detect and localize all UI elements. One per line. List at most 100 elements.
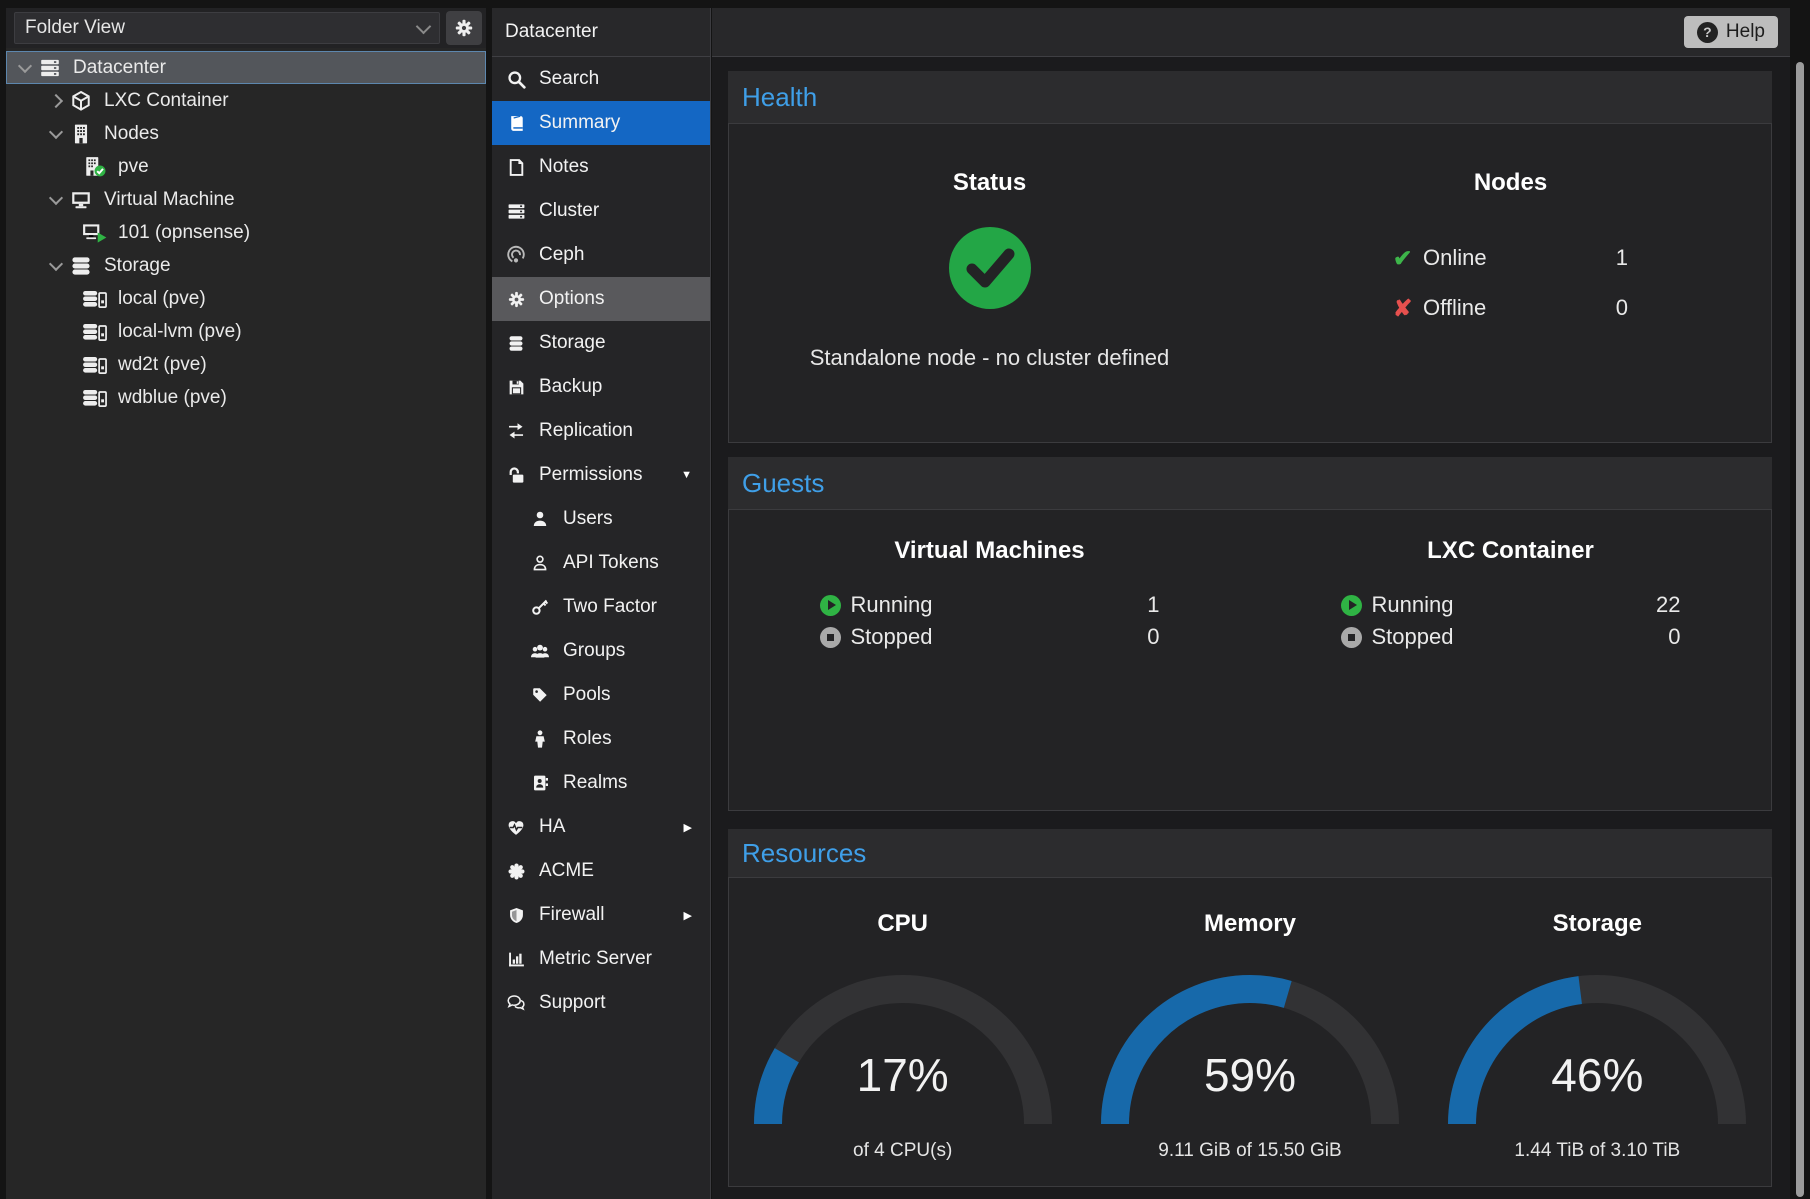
server-stack-icon [37, 57, 63, 79]
menu-item-backup[interactable]: Backup [492, 365, 710, 409]
tree-item-vm-101[interactable]: 101 (opnsense) [6, 216, 486, 249]
nodes-offline-row: ✘ Offline 0 [1393, 283, 1628, 333]
vm-running-icon [82, 222, 108, 244]
building-icon [68, 123, 94, 145]
tree-item-storage-local-lvm[interactable]: local-lvm (pve) [6, 315, 486, 348]
row-value: 0 [1668, 624, 1680, 650]
nodes-heading: Nodes [1250, 169, 1771, 197]
tree-item-storage-wdblue[interactable]: wdblue (pve) [6, 381, 486, 414]
menu-item-support[interactable]: Support [492, 981, 710, 1025]
expander-collapse-icon[interactable] [48, 197, 64, 203]
status-heading: Status [729, 169, 1250, 197]
tree-item-label: wd2t (pve) [118, 354, 207, 376]
menu-item-label: Storage [539, 332, 606, 354]
menu-item-groups[interactable]: Groups [492, 629, 710, 673]
tree-item-datacenter[interactable]: Datacenter [6, 51, 486, 84]
menu-item-ha[interactable]: HA ▶ [492, 805, 710, 849]
stop-circle-icon [820, 627, 841, 648]
note-icon [504, 157, 528, 177]
menu-item-api-tokens[interactable]: API Tokens [492, 541, 710, 585]
key-icon [528, 597, 552, 617]
tree-item-storage[interactable]: Storage [6, 249, 486, 282]
menu-item-permissions[interactable]: Permissions ▼ [492, 453, 710, 497]
menu-item-realms[interactable]: Realms [492, 761, 710, 805]
tree-item-virtual-machine[interactable]: Virtual Machine [6, 183, 486, 216]
menu-item-firewall[interactable]: Firewall ▶ [492, 893, 710, 937]
lxc-heading: LXC Container [1250, 537, 1771, 565]
tree-item-pve[interactable]: pve [6, 150, 486, 183]
menu-item-label: Groups [563, 640, 625, 662]
ceph-rings-icon [504, 245, 528, 265]
users-group-icon [528, 641, 552, 661]
menu-item-label: Cluster [539, 200, 599, 222]
menu-item-label: Users [563, 508, 613, 530]
cpu-gauge-column: CPU 17% of 4 CPU(s) [729, 878, 1076, 1186]
menu-item-summary[interactable]: Summary [492, 101, 710, 145]
menu-item-ceph[interactable]: Ceph [492, 233, 710, 277]
database-icon [504, 333, 528, 353]
menu-item-notes[interactable]: Notes [492, 145, 710, 189]
menu-item-storage[interactable]: Storage [492, 321, 710, 365]
row-value: 22 [1656, 592, 1680, 618]
menu-item-acme[interactable]: ACME [492, 849, 710, 893]
menu-item-search[interactable]: Search [492, 57, 710, 101]
menu-item-roles[interactable]: Roles [492, 717, 710, 761]
node-online-icon [82, 156, 108, 178]
help-button[interactable]: ? Help [1684, 16, 1778, 48]
cpu-percent: 17% [753, 1048, 1053, 1102]
menu-item-two-factor[interactable]: Two Factor [492, 585, 710, 629]
menu-item-cluster[interactable]: Cluster [492, 189, 710, 233]
tree-item-lxc-container[interactable]: LXC Container [6, 84, 486, 117]
panel-title: Health [742, 82, 817, 113]
memory-caption: 9.11 GiB of 15.50 GiB [1076, 1140, 1423, 1162]
tree-item-label: Virtual Machine [104, 189, 235, 211]
menu-item-replication[interactable]: Replication [492, 409, 710, 453]
tree-item-label: local-lvm (pve) [118, 321, 242, 343]
arrow-right-icon: ▶ [684, 909, 692, 922]
help-label: Help [1726, 21, 1765, 43]
storage-caption: 1.44 TiB of 3.10 TiB [1424, 1140, 1771, 1162]
view-mode-select[interactable]: Folder View [14, 12, 440, 44]
tree-item-label: 101 (opnsense) [118, 222, 250, 244]
expander-expand-icon[interactable] [48, 96, 64, 106]
storage-volume-icon [82, 321, 108, 343]
menu-item-options[interactable]: Options [492, 277, 710, 321]
menu-item-pools[interactable]: Pools [492, 673, 710, 717]
scrollbar-thumb[interactable] [1796, 62, 1804, 1197]
health-panel: Health Status Standalone node - no clust… [728, 71, 1772, 443]
menu-item-label: Metric Server [539, 948, 652, 970]
chevron-down-icon [416, 18, 432, 34]
expander-collapse-icon[interactable] [48, 131, 64, 137]
menu-item-users[interactable]: Users [492, 497, 710, 541]
menu-item-label: Permissions [539, 464, 642, 486]
menu-item-label: API Tokens [563, 552, 659, 574]
menu-item-label: Search [539, 68, 599, 90]
monitor-icon [68, 189, 94, 211]
menu-item-label: Backup [539, 376, 602, 398]
row-label: Running [1372, 592, 1454, 618]
storage-volume-icon [82, 387, 108, 409]
bar-chart-icon [504, 949, 528, 969]
row-label: Offline [1423, 295, 1486, 321]
status-message: Standalone node - no cluster defined [729, 345, 1250, 371]
check-circle-icon [949, 227, 1031, 309]
memory-heading: Memory [1076, 910, 1423, 938]
health-nodes-column: Nodes ✔ Online 1 ✘ Offline 0 [1250, 124, 1771, 442]
row-label: Stopped [851, 624, 933, 650]
expander-collapse-icon[interactable] [17, 65, 33, 71]
menu-item-label: Realms [563, 772, 627, 794]
tree-settings-button[interactable] [446, 11, 482, 45]
menu-item-label: Options [539, 288, 604, 310]
tree-item-storage-wd2t[interactable]: wd2t (pve) [6, 348, 486, 381]
content-pane: ? Help Health Status [712, 8, 1790, 1199]
menu-item-label: Ceph [539, 244, 584, 266]
row-value: 0 [1147, 624, 1159, 650]
play-circle-icon [820, 595, 841, 616]
menu-item-metric-server[interactable]: Metric Server [492, 937, 710, 981]
vertical-scrollbar[interactable] [1790, 8, 1810, 1199]
tree-item-label: Nodes [104, 123, 159, 145]
tree-item-storage-local[interactable]: local (pve) [6, 282, 486, 315]
guests-panel-header: Guests [728, 457, 1772, 509]
tree-item-nodes[interactable]: Nodes [6, 117, 486, 150]
expander-collapse-icon[interactable] [48, 263, 64, 269]
